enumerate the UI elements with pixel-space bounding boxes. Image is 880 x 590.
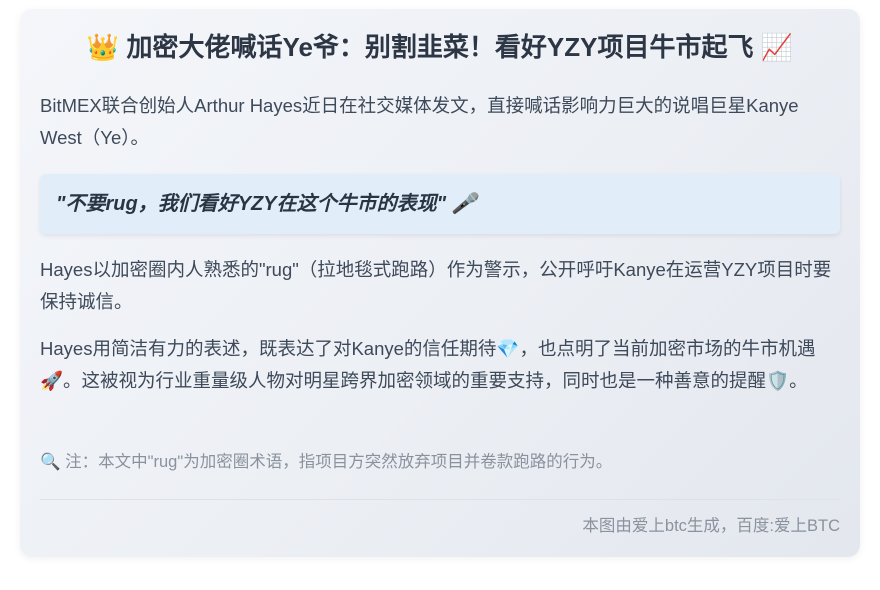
footer-divider bbox=[40, 499, 840, 500]
analysis-text-a: Hayes用简洁有力的表述，既表达了对Kanye的信任期待 bbox=[40, 338, 497, 359]
article-title-text: 加密大佬喊话Ye爷：别割韭菜！看好YZY项目牛市起飞 bbox=[126, 32, 754, 62]
quote-content: "不要rug，我们看好YZY在这个牛市的表现" bbox=[56, 193, 447, 215]
footer-credit: 本图由爱上btc生成，百度:爱上BTC bbox=[582, 517, 840, 535]
rocket-icon: 🚀 bbox=[40, 370, 64, 391]
quote-box: "不要rug，我们看好YZY在这个牛市的表现" 🎤 bbox=[40, 174, 840, 234]
crown-icon: 👑 bbox=[86, 32, 120, 62]
analysis-paragraph: Hayes用简洁有力的表述，既表达了对Kanye的信任期待💎，也点明了当前加密市… bbox=[40, 333, 840, 397]
chart-increasing-icon: 📈 bbox=[760, 32, 794, 62]
footnote-text: 注：本文中"rug"为加密圈术语，指项目方突然放弃项目并卷款跑路的行为。 bbox=[65, 453, 613, 471]
quote-text: "不要rug，我们看好YZY在这个牛市的表现" 🎤 bbox=[56, 188, 477, 220]
magnifier-icon: 🔍 bbox=[40, 453, 61, 471]
shield-icon: 🛡️ bbox=[766, 370, 790, 391]
analysis-text-b: ，也点明了当前加密市场的牛市机遇 bbox=[519, 338, 816, 359]
article-title: 👑 加密大佬喊话Ye爷：别割韭菜！看好YZY项目牛市起飞 📈 bbox=[20, 27, 860, 67]
analysis-text-d: 。 bbox=[789, 370, 808, 391]
footnote: 🔍 注：本文中"rug"为加密圈术语，指项目方突然放弃项目并卷款跑路的行为。 bbox=[40, 448, 612, 476]
article-card: 👑 加密大佬喊话Ye爷：别割韭菜！看好YZY项目牛市起飞 📈 BitMEX联合创… bbox=[20, 9, 860, 557]
gem-icon: 💎 bbox=[496, 338, 520, 359]
intro-paragraph: BitMEX联合创始人Arthur Hayes近日在社交媒体发文，直接喊话影响力… bbox=[40, 95, 799, 148]
warning-paragraph: Hayes以加密圈内人熟悉的"rug"（拉地毯式跑路）作为警示，公开呼吁Kany… bbox=[40, 259, 832, 312]
analysis-text-c: 。这被视为行业重量级人物对明星跨界加密领域的重要支持，同时也是一种善意的提醒 bbox=[63, 370, 767, 391]
microphone-icon: 🎤 bbox=[451, 193, 477, 215]
